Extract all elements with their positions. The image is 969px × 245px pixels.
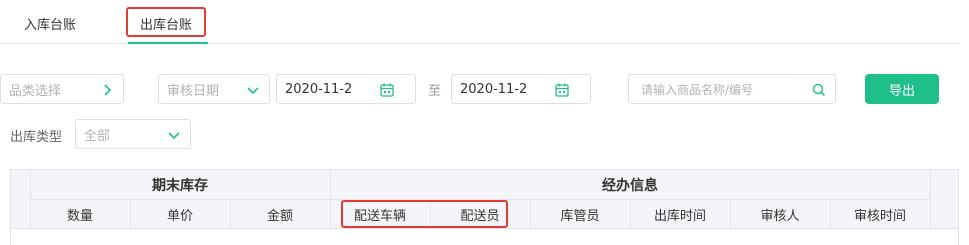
search-placeholder: 请输入商品名称/编号 bbox=[641, 82, 754, 97]
start-date-value: 2020-11-2 bbox=[285, 81, 353, 97]
end-date-picker[interactable]: 2020-11-2 bbox=[451, 74, 591, 104]
audit-date-select[interactable]: 审核日期 bbox=[158, 74, 270, 104]
column-header-amount: 金额 bbox=[266, 209, 293, 224]
end-date-value: 2020-11-2 bbox=[460, 81, 528, 97]
category-select[interactable]: 品类选择 bbox=[0, 74, 124, 104]
product-search-input[interactable]: 请输入商品名称/编号 bbox=[628, 74, 836, 104]
column-header-delivery-person: 配送员 bbox=[460, 209, 500, 224]
chevron-down-icon bbox=[247, 87, 259, 95]
column-header-warehouse-keeper: 库管员 bbox=[560, 209, 600, 224]
search-icon[interactable] bbox=[811, 82, 827, 98]
column-header-quantity: 数量 bbox=[66, 209, 93, 224]
column-header-auditor: 审核人 bbox=[760, 209, 800, 224]
column-header-unit-price: 单价 bbox=[166, 209, 193, 224]
chevron-down-icon bbox=[168, 132, 180, 140]
group-header-ending-inventory: 期末库存 bbox=[152, 177, 208, 194]
column-header-delivery-vehicle: 配送车辆 bbox=[353, 209, 406, 224]
tab-outbound-ledger[interactable]: 出库台账 bbox=[140, 14, 192, 33]
outbound-type-value: 全部 bbox=[84, 128, 111, 144]
chevron-right-icon bbox=[104, 84, 112, 96]
table-header: 期末库存 经办信息 数量 单价 金额 配送车辆 配送员 库管员 出库时间 审核人… bbox=[10, 169, 959, 230]
active-tab-indicator bbox=[128, 42, 208, 44]
calendar-icon[interactable] bbox=[554, 82, 570, 98]
tab-bar: 入库台账 出库台账 bbox=[0, 0, 960, 44]
start-date-picker[interactable]: 2020-11-2 bbox=[276, 74, 416, 104]
outbound-type-select[interactable]: 全部 bbox=[75, 119, 191, 149]
outbound-type-label: 出库类型 bbox=[10, 130, 63, 145]
tab-inbound-ledger[interactable]: 入库台账 bbox=[24, 14, 76, 33]
table-body bbox=[10, 229, 959, 245]
audit-date-placeholder: 审核日期 bbox=[167, 83, 220, 99]
export-button[interactable]: 导出 bbox=[865, 74, 939, 104]
calendar-icon[interactable] bbox=[379, 82, 395, 98]
ledger-table: 期末库存 经办信息 数量 单价 金额 配送车辆 配送员 库管员 出库时间 审核人… bbox=[10, 169, 959, 245]
column-header-audit-time: 审核时间 bbox=[853, 209, 906, 224]
category-select-placeholder: 品类选择 bbox=[9, 83, 62, 99]
group-header-handling-info: 经办信息 bbox=[602, 177, 658, 194]
column-header-outbound-time: 出库时间 bbox=[653, 209, 706, 224]
date-range-separator: 至 bbox=[428, 84, 442, 99]
